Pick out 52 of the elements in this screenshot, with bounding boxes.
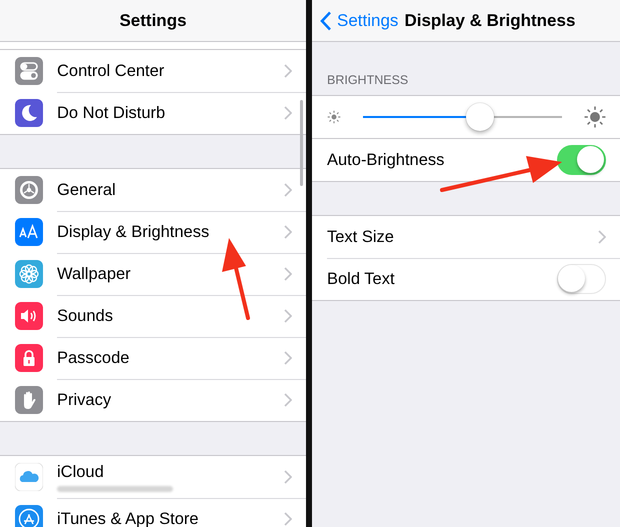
row-label: Sounds [57, 306, 114, 326]
navigation-title: Display & Brightness [404, 10, 576, 30]
navigation-title: Settings [119, 10, 187, 30]
settings-row[interactable]: Text Size [312, 216, 620, 258]
chevron-icon [284, 267, 292, 281]
row-label: iCloud [57, 462, 105, 482]
row-label: Bold Text [327, 270, 395, 288]
settings-row[interactable]: iTunes & App Store [0, 498, 306, 527]
row-label: Privacy [57, 390, 112, 410]
row-label: Text Size [327, 228, 394, 246]
back-chevron-icon [320, 10, 332, 30]
settings-row[interactable]: Sounds [0, 295, 306, 337]
row-label: iTunes & App Store [57, 510, 200, 527]
back-button[interactable]: Settings [320, 10, 398, 30]
chevron-icon [284, 64, 292, 78]
row-label: Auto-Brightness [327, 150, 444, 170]
settings-row[interactable]: iCloud [0, 456, 306, 498]
chevron-icon [284, 470, 292, 484]
gear-icon [15, 176, 43, 204]
moon-icon [15, 99, 43, 127]
switches-icon [15, 57, 43, 85]
hand-icon [15, 386, 43, 414]
bright-sun-icon [584, 106, 606, 128]
settings-row[interactable]: Passcode [0, 337, 306, 379]
settings-row[interactable]: Do Not Disturb [0, 92, 306, 134]
settings-row[interactable]: Privacy [0, 379, 306, 421]
cloud-icon [15, 463, 43, 491]
flower-icon [15, 260, 43, 288]
chevron-icon [284, 106, 292, 120]
chevron-icon [598, 230, 606, 244]
section-header: BRIGHTNESS [327, 73, 408, 87]
dim-sun-icon [327, 110, 341, 124]
row-label: Control Center [57, 62, 166, 80]
lock-icon [15, 344, 43, 372]
settings-row[interactable]: Control Center [0, 50, 306, 92]
chevron-icon [284, 183, 292, 197]
slider-thumb[interactable] [466, 103, 494, 131]
row-label: Do Not Disturb [57, 104, 166, 122]
settings-row[interactable]: Display & Brightness [0, 211, 306, 253]
row-label: Passcode [57, 348, 130, 368]
toggle-switch[interactable] [557, 145, 606, 175]
settings-row[interactable]: General [0, 169, 306, 211]
row-label: General [57, 180, 117, 200]
chevron-icon [284, 225, 292, 239]
row-label: Display & Brightness [57, 222, 210, 242]
row-label: Wallpaper [57, 264, 132, 284]
chevron-icon [284, 351, 292, 365]
chevron-icon [284, 309, 292, 323]
chevron-icon [284, 393, 292, 407]
settings-row[interactable]: Wallpaper [0, 253, 306, 295]
letters-icon [15, 218, 43, 246]
speaker-icon [15, 302, 43, 330]
